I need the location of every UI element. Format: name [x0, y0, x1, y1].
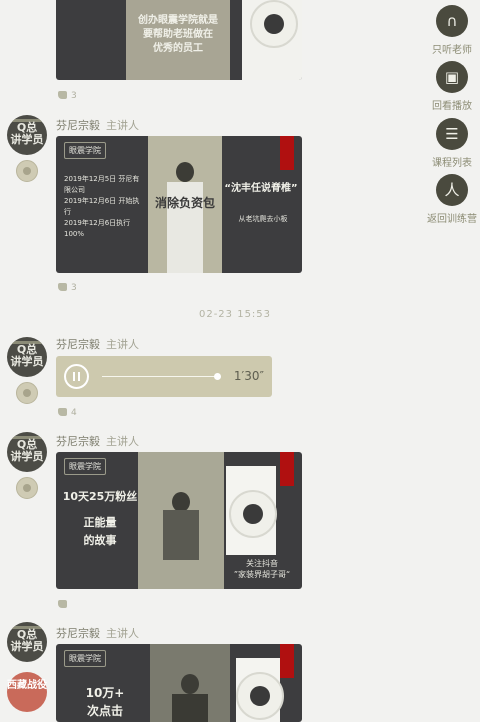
card-details: 2019年12月5日 芬尼有限公司 2019年12月6日 开始执行 2019年1… — [64, 175, 140, 238]
brand-logo: 眼震学院 — [64, 650, 106, 667]
card-photo — [150, 644, 230, 722]
red-tab — [280, 136, 294, 170]
card-right-sub: 从老坑爬去小板 — [238, 215, 288, 223]
audio-message[interactable]: 1′30″ — [56, 356, 272, 397]
avatar-text: Q总 讲学员 — [10, 343, 44, 368]
sender-role: 主讲人 — [106, 627, 139, 640]
qr-code — [250, 0, 298, 48]
sender-name: 芬尼宗毅 主讲人 — [56, 338, 139, 351]
timestamp: 02-23 15:53 — [198, 309, 272, 320]
thumbs-up-icon — [58, 91, 67, 99]
avatar-text: Q总 讲学员 — [10, 121, 44, 146]
red-tab — [280, 644, 294, 678]
image-card-2[interactable]: 眼震学院 2019年12月5日 芬尼有限公司 2019年12月6日 开始执行 2… — [56, 136, 302, 273]
audio-progress-knob[interactable] — [214, 373, 221, 380]
like-count[interactable]: 3 — [58, 283, 77, 293]
red-avatar-badge: 西藏战役 — [7, 672, 47, 712]
thumbs-up-icon — [58, 283, 67, 291]
training-camp-icon: 人 — [436, 174, 468, 206]
card-title: 10天25万粉丝 正能量 的故事 — [62, 490, 138, 547]
side-menu-label: 课程列表 — [432, 158, 472, 169]
like-count[interactable] — [58, 600, 71, 610]
pause-icon[interactable] — [64, 364, 89, 389]
like-count[interactable]: 3 — [58, 91, 77, 101]
qr-code — [229, 490, 277, 538]
sender-role: 主讲人 — [106, 338, 139, 351]
brand-logo: 眼震学院 — [64, 142, 106, 159]
sender-name: 芬尼宗毅 主讲人 — [56, 435, 139, 448]
avatar[interactable]: Q总 讲学员 — [7, 622, 47, 662]
course-list-icon: ☰ — [436, 118, 468, 150]
card-right-title: “沈丰任说脊椎” — [224, 183, 298, 194]
avatar[interactable]: Q总 讲学员 — [7, 432, 47, 472]
avatar[interactable]: Q总 讲学员 — [7, 115, 47, 155]
avatar[interactable]: Q总 讲学员 — [7, 337, 47, 377]
audio-duration: 1′30″ — [233, 369, 264, 383]
side-menu-back-to-camp[interactable]: 人 返回训练营 — [424, 174, 480, 225]
sender-role: 主讲人 — [106, 435, 139, 448]
thumbs-up-icon — [58, 600, 67, 608]
side-menu-replay[interactable]: ▣ 回看播放 — [424, 61, 480, 112]
card-white-panel — [226, 466, 277, 555]
card-white-panel — [236, 658, 284, 722]
headphones-icon: ∩ — [436, 5, 468, 37]
red-tab — [280, 452, 294, 486]
sender-name: 芬尼宗毅 主讲人 — [56, 119, 139, 132]
thumbs-up-icon — [58, 408, 67, 416]
card-caption: 创办眼震学院就是 要帮助老班做在 优秀的员工 — [138, 15, 218, 54]
side-menu-label: 只听老师 — [432, 45, 472, 56]
image-card-3[interactable]: 眼震学院 10天25万粉丝 正能量 的故事 关注抖音 ”家装界胡子哥“ — [56, 452, 302, 589]
side-menu-label: 返回训练营 — [427, 214, 477, 225]
avatar-text: Q总 讲学员 — [10, 438, 44, 463]
card-right-caption: 关注抖音 ”家装界胡子哥“ — [233, 559, 291, 579]
image-card-4[interactable]: 眼震学院 10万+ 次点击 — [56, 644, 302, 722]
brand-logo: 眼震学院 — [64, 458, 106, 475]
replay-icon: ▣ — [436, 61, 468, 93]
card-photo — [138, 452, 224, 589]
sender-role: 主讲人 — [106, 119, 139, 132]
card-title: 10万+ 次点击 — [85, 686, 125, 718]
side-menu-label: 回看播放 — [432, 101, 472, 112]
image-card-1[interactable]: 创办眼震学院就是 要帮助老班做在 优秀的员工 — [56, 0, 302, 80]
sender-name: 芬尼宗毅 主讲人 — [56, 627, 139, 640]
member-badge — [16, 477, 38, 499]
audio-progress-track[interactable] — [102, 376, 220, 377]
card-overlay-text: 消除负资包 — [154, 196, 215, 210]
qr-code — [236, 672, 284, 720]
side-menu-course-list[interactable]: ☰ 课程列表 — [424, 118, 480, 169]
like-count[interactable]: 4 — [58, 408, 77, 418]
member-badge — [16, 382, 38, 404]
card-white-panel — [242, 0, 302, 80]
member-badge — [16, 160, 38, 182]
avatar-text: Q总 讲学员 — [10, 628, 44, 653]
side-menu-listen-only[interactable]: ∩ 只听老师 — [424, 5, 480, 56]
